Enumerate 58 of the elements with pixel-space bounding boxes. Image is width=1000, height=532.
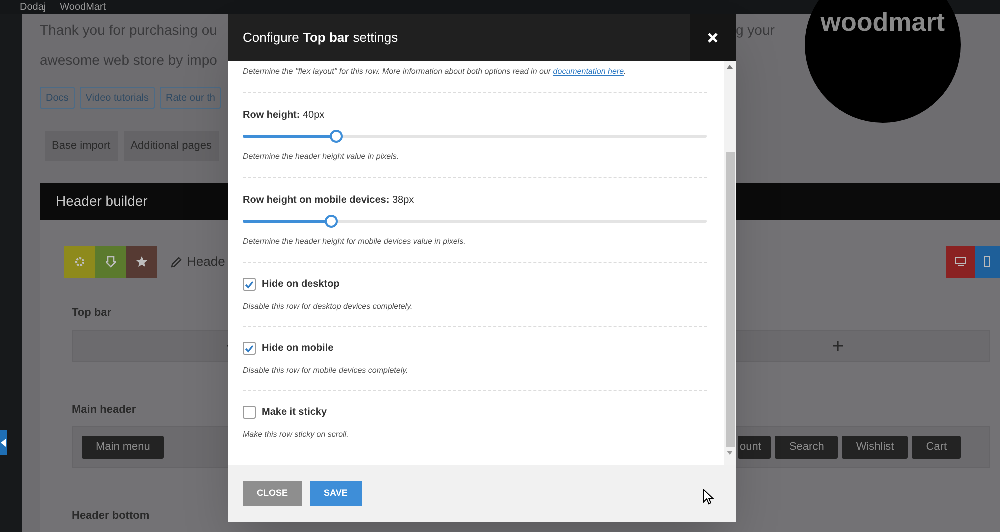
documentation-link[interactable]: documentation here — [553, 67, 624, 76]
logo-text: woodmart — [820, 6, 946, 38]
import-button[interactable] — [95, 246, 126, 278]
help-text: Make this row sticky on scroll. — [243, 429, 350, 441]
checkbox[interactable] — [243, 278, 256, 291]
close-button[interactable]: CLOSE — [243, 481, 302, 506]
element-button[interactable]: Wishlist — [842, 436, 908, 458]
phone-icon — [984, 256, 991, 268]
field-label: Hide on desktop — [262, 278, 340, 292]
slider[interactable] — [243, 215, 707, 227]
admin-bar-link[interactable]: WoodMart — [60, 0, 106, 14]
caret-icon — [1, 438, 6, 446]
help-text: Determine the "flex layout" for this row. More information about both options read in our documentation here. — [243, 66, 628, 78]
checkbox[interactable] — [243, 406, 256, 419]
scroll-down-icon — [727, 451, 733, 455]
section-title: Header builder — [56, 192, 148, 211]
close-button[interactable] — [690, 14, 736, 61]
plus-icon[interactable] — [832, 340, 843, 350]
star-icon — [136, 256, 148, 268]
slider[interactable] — [243, 130, 707, 142]
row-label: Main header — [72, 402, 136, 418]
help-text: Determine the header height for mobile devices value in pixels. — [243, 236, 467, 248]
element-button[interactable]: Cart — [912, 436, 961, 458]
save-button[interactable]: SAVE — [310, 481, 362, 506]
mobile-view-button[interactable] — [975, 246, 1000, 278]
element-button[interactable]: Main menu — [82, 436, 164, 458]
checkbox[interactable] — [243, 342, 256, 355]
desktop-view-button[interactable] — [946, 246, 975, 278]
element-button[interactable]: Search — [775, 436, 838, 458]
tab[interactable]: Base import — [45, 131, 118, 161]
scrollbar[interactable] — [724, 61, 736, 465]
help-text: Determine the header height value in pixels. — [243, 151, 400, 163]
favorite-button[interactable] — [126, 246, 157, 278]
field-label: Make it sticky — [262, 406, 328, 420]
collapse-tab[interactable] — [0, 430, 7, 455]
row-label: Top bar — [72, 306, 112, 321]
close-icon — [708, 32, 718, 42]
scrollbar-thumb[interactable] — [726, 152, 734, 447]
slider-thumb[interactable] — [325, 214, 338, 228]
dialog-title: Configure Top bar settings — [242, 28, 400, 47]
download-icon — [106, 256, 116, 268]
pencil-icon — [171, 256, 182, 268]
help-text: Disable this row for desktop devices completely. — [243, 301, 414, 313]
logo-swatch-button[interactable] — [64, 246, 95, 278]
scroll-up-icon — [727, 65, 733, 69]
slider-thumb[interactable] — [330, 130, 343, 142]
admin-bar-link[interactable]: Dodaj — [20, 0, 46, 14]
tab[interactable]: Additional pages — [124, 131, 220, 161]
field-label: Row height: 40px — [243, 109, 326, 123]
row-label: Header bottom — [72, 509, 150, 524]
field-label: Hide on mobile — [262, 342, 334, 356]
pointer-icon — [703, 488, 714, 504]
header-name: Heade — [187, 253, 226, 272]
field-label: Row height on mobile devices: 38px — [243, 194, 416, 208]
element-button[interactable]: ount — [738, 436, 772, 458]
gear-icon — [74, 256, 86, 268]
monitor-icon — [954, 257, 966, 267]
help-text: Disable this row for mobile devices completely. — [243, 365, 410, 377]
